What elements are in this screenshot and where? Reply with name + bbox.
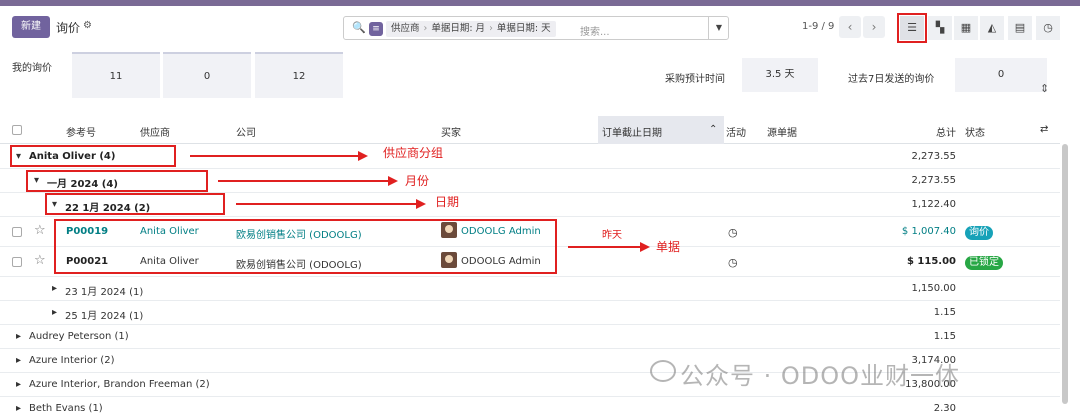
watermark: 公众号 · ODOO业财一体 [680, 362, 961, 390]
total-cell: $ 1,007.40 [901, 226, 956, 237]
kanban-view-icon[interactable]: ▚ [928, 16, 952, 40]
annotation-box-day [45, 193, 225, 215]
pivot-view-icon[interactable]: ▦ [954, 16, 978, 40]
row-checkbox[interactable] [12, 227, 22, 240]
sent-value: 0 [955, 58, 1047, 92]
control-panel: 新建 询价 ⚙ 🔍 ≡ 供应商 › 单据日期: 月 › 单据日期: 天 搜索... ▼ … [0, 6, 1080, 46]
stat-box-3[interactable]: 12 [255, 52, 343, 98]
col-ref[interactable]: 参考号 [66, 124, 96, 139]
select-all-checkbox[interactable] [12, 125, 22, 138]
caret-right-icon: ▸ [52, 307, 58, 318]
group-label: 23 1月 2024 (1) [65, 287, 144, 298]
annotation-arrow [218, 180, 388, 182]
lead-time-value: 3.5 天 [742, 58, 818, 92]
clock-icon[interactable]: ◷ [728, 226, 738, 239]
calendar-view-icon[interactable]: ▤ [1008, 16, 1032, 40]
pager-value[interactable]: 1-9 / 9 [802, 21, 834, 32]
activity-view-icon[interactable]: ◷ [1036, 16, 1060, 40]
graph-view-icon[interactable]: ◭ [980, 16, 1004, 40]
facet-month: 单据日期: 月 [431, 23, 486, 34]
annotation-box-record [54, 219, 557, 274]
annotation-arrow [568, 246, 640, 248]
caret-right-icon: ▸ [16, 379, 22, 390]
wechat-icon [650, 360, 676, 382]
group-total: 1.15 [933, 307, 956, 318]
group-label: Audrey Peterson (1) [29, 331, 129, 342]
clock-icon[interactable]: ◷ [728, 256, 738, 269]
group-label: Beth Evans (1) [29, 403, 103, 414]
star-icon[interactable]: ☆ [34, 253, 46, 268]
col-total[interactable]: 总计 [936, 124, 956, 139]
annotation-month: 月份 [405, 174, 430, 188]
status-badge: 询价 [965, 226, 993, 240]
page-title: 询价 [56, 21, 81, 35]
caret-right-icon: ▸ [16, 331, 22, 342]
col-activity[interactable]: 活动 [726, 124, 746, 139]
search-bar[interactable]: 🔍 ≡ 供应商 › 单据日期: 月 › 单据日期: 天 搜索... ▼ [343, 16, 729, 40]
list-view-icon[interactable]: ☰ [897, 13, 927, 43]
sent-label: 过去7日发送的询价 [848, 74, 935, 85]
star-icon[interactable]: ☆ [34, 223, 46, 238]
total-cell: $ 115.00 [906, 256, 956, 267]
facet-vendor: 供应商 [391, 23, 420, 34]
gear-icon[interactable]: ⚙ [83, 20, 92, 31]
list-header: 参考号 供应商 公司 买家 订单截止日期 ⌃ 活动 源单据 总计 状态 ⇄ [0, 116, 1060, 144]
group-row[interactable]: ▸ 23 1月 2024 (1) 1,150.00 [0, 277, 1060, 301]
row-checkbox[interactable] [12, 257, 22, 270]
dashboard-stats: 我的询价 11 0 12 采购预计时间 3.5 天 过去7日发送的询价 0 [0, 52, 1080, 102]
col-buyer[interactable]: 买家 [441, 124, 461, 139]
layers-icon: ≡ [369, 22, 383, 36]
group-row[interactable]: ▸ Beth Evans (1) 2.30 [0, 397, 1060, 417]
group-label: Azure Interior, Brandon Freeman (2) [29, 379, 210, 390]
search-icon[interactable]: 🔍 [352, 21, 366, 34]
group-total: 1,150.00 [911, 283, 956, 294]
my-rfq-label: 我的询价 [12, 63, 52, 74]
deadline-cell: 昨天 [602, 230, 622, 241]
col-source[interactable]: 源单据 [767, 124, 797, 139]
caret-right-icon: ▸ [16, 403, 22, 414]
sort-asc-icon[interactable]: ⌃ [709, 124, 717, 135]
col-company[interactable]: 公司 [236, 124, 256, 139]
group-total: 2,273.55 [911, 151, 956, 162]
col-status[interactable]: 状态 [965, 124, 985, 139]
annotation-vendor-group: 供应商分组 [383, 146, 444, 160]
chevron-left-icon[interactable]: ‹ [839, 16, 861, 38]
stat-box-1[interactable]: 11 [72, 52, 160, 98]
group-label: Azure Interior (2) [29, 355, 115, 366]
stat-box-2[interactable]: 0 [163, 52, 251, 98]
search-input[interactable]: 搜索... [580, 23, 610, 38]
groupby-facet[interactable]: 供应商 › 单据日期: 月 › 单据日期: 天 [386, 21, 556, 37]
chevron-right-icon[interactable]: › [863, 16, 885, 38]
group-row[interactable]: ▸ Audrey Peterson (1) 1.15 [0, 325, 1060, 349]
col-vendor[interactable]: 供应商 [140, 124, 170, 139]
annotation-record: 单据 [656, 240, 681, 254]
chevron-down-icon[interactable]: ▼ [708, 17, 729, 39]
annotation-arrowhead [416, 199, 426, 209]
facet-day: 单据日期: 天 [496, 23, 551, 34]
annotation-arrow [190, 155, 358, 157]
annotation-arrow [236, 203, 416, 205]
group-total: 2.30 [933, 403, 956, 414]
new-button[interactable]: 新建 [12, 16, 50, 38]
group-label: 25 1月 2024 (1) [65, 311, 144, 322]
group-total: 2,273.55 [911, 175, 956, 186]
caret-right-icon: ▸ [52, 283, 58, 294]
optional-columns-icon[interactable]: ⇄ [1040, 124, 1048, 135]
group-total: 1,122.40 [911, 199, 956, 210]
group-total: 1.15 [933, 331, 956, 342]
caret-right-icon: ▸ [16, 355, 22, 366]
status-badge: 已锁定 [965, 256, 1003, 270]
annotation-day: 日期 [435, 195, 460, 209]
scrollbar[interactable] [1062, 144, 1068, 404]
group-row[interactable]: ▸ 25 1月 2024 (1) 1.15 [0, 301, 1060, 325]
vertical-resize-icon: ⇕ [1040, 82, 1050, 95]
annotation-arrowhead [640, 242, 650, 252]
annotation-box-vendor [10, 145, 176, 167]
annotation-arrowhead [358, 151, 368, 161]
col-deadline[interactable]: 订单截止日期 [602, 124, 662, 139]
lead-time-label: 采购预计时间 [665, 74, 725, 85]
annotation-box-month [26, 170, 208, 192]
annotation-arrowhead [388, 176, 398, 186]
